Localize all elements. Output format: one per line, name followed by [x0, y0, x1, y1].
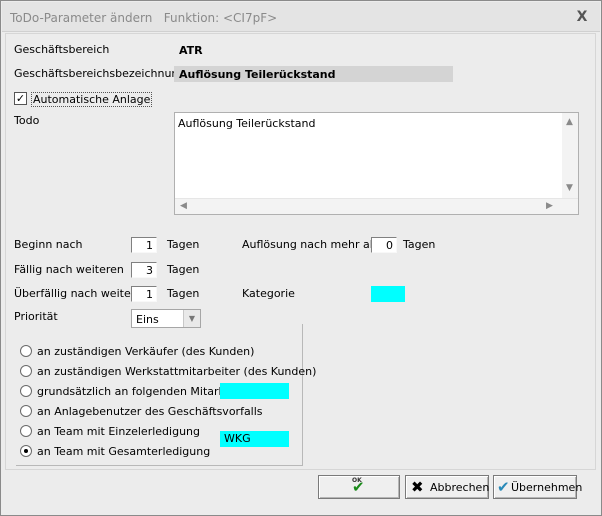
bezeichnung-label: Geschäftsbereichsbezeichnung — [14, 67, 186, 80]
faellig-input[interactable]: 3 — [131, 262, 157, 278]
prioritaet-label: Priorität — [14, 310, 58, 323]
scroll-left-icon[interactable]: ◀ — [180, 201, 187, 211]
radio-team-gesamt[interactable] — [20, 445, 32, 457]
bezeichnung-field: Auflösung Teilerückstand — [174, 66, 453, 82]
chevron-down-icon[interactable]: ▼ — [183, 310, 200, 327]
faellig-label: Fällig nach weiteren — [14, 263, 124, 276]
group-border-right — [302, 324, 303, 466]
ueberfaellig-label: Überfällig nach weiteren — [14, 287, 149, 300]
radio-mitarbeiter-label[interactable]: grundsätzlich an folgenden Mitarbeiter — [37, 385, 251, 398]
beginn-input[interactable]: 1 — [131, 237, 157, 253]
prioritaet-select[interactable]: Eins ▼ — [131, 309, 201, 328]
beginn-unit: Tagen — [167, 238, 200, 251]
x-cross-icon: ✖ — [411, 478, 424, 496]
cancel-button[interactable]: ✖ Abbrechen — [405, 475, 489, 499]
radio-anlagebenutzer-label[interactable]: an Anlagebenutzer des Geschäftsvorfalls — [37, 405, 263, 418]
radio-verkaeufer-label[interactable]: an zuständigen Verkäufer (des Kunden) — [37, 345, 254, 358]
close-icon[interactable]: X — [574, 8, 590, 26]
aufloesung-input[interactable]: 0 — [371, 237, 397, 253]
window-title: ToDo-Parameter ändern Funktion: <CI7pF> — [10, 11, 278, 25]
beginn-label: Beginn nach — [14, 238, 83, 251]
faellig-unit: Tagen — [167, 263, 200, 276]
aufloesung-unit: Tagen — [403, 238, 436, 251]
ueberfaellig-unit: Tagen — [167, 287, 200, 300]
dialog-window: ToDo-Parameter ändern Funktion: <CI7pF> … — [0, 0, 602, 516]
radio-team-einzel-label[interactable]: an Team mit Einzelerledigung — [37, 425, 200, 438]
radio-verkaeufer[interactable] — [20, 345, 32, 357]
vertical-scrollbar[interactable]: ▲ ▼ — [562, 113, 578, 199]
horizontal-scrollbar[interactable]: ◀ ▶ — [175, 198, 578, 214]
radio-werkstatt[interactable] — [20, 365, 32, 377]
bezeichnung-value: Auflösung Teilerückstand — [179, 68, 336, 81]
title-bar[interactable]: ToDo-Parameter ändern Funktion: <CI7pF> … — [2, 2, 600, 32]
radio-anlagebenutzer[interactable] — [20, 405, 32, 417]
scroll-up-icon[interactable]: ▲ — [566, 117, 573, 127]
ok-button-label: OK — [352, 477, 362, 484]
todo-textarea[interactable]: Auflösung Teilerückstand ▲ ▼ ◀ ▶ — [174, 112, 579, 215]
radio-mitarbeiter[interactable] — [20, 385, 32, 397]
radio-team-einzel[interactable] — [20, 425, 32, 437]
automatische-anlage-checkbox[interactable]: ✓ — [14, 92, 27, 105]
radio-werkstatt-label[interactable]: an zuständigen Werkstattmitarbeiter (des… — [37, 365, 316, 378]
ueberfaellig-input[interactable]: 1 — [131, 286, 157, 302]
todo-label: Todo — [14, 114, 40, 127]
geschaeftsbereich-value: ATR — [179, 44, 203, 57]
prioritaet-value: Eins — [136, 313, 159, 326]
aufloesung-label: Auflösung nach mehr als — [242, 238, 379, 251]
todo-text[interactable]: Auflösung Teilerückstand — [178, 117, 315, 130]
scroll-down-icon[interactable]: ▼ — [566, 183, 573, 193]
kategorie-label: Kategorie — [242, 287, 295, 300]
check-apply-icon: ✔ — [497, 478, 510, 496]
automatische-anlage-label[interactable]: Automatische Anlage — [31, 92, 153, 107]
apply-button[interactable]: ✔ Übernehmen — [493, 475, 582, 499]
radio-team-gesamt-label[interactable]: an Team mit Gesamterledigung — [37, 445, 210, 458]
group-border-bottom — [16, 465, 303, 466]
team-field[interactable]: WKG — [220, 431, 289, 447]
kategorie-color-field[interactable] — [371, 286, 405, 302]
geschaeftsbereich-label: Geschäftsbereich — [14, 43, 110, 56]
ok-button[interactable]: ✔ OK — [318, 475, 400, 499]
dialog-body: Geschäftsbereich ATR Geschäftsbereichsbe… — [5, 33, 596, 470]
apply-button-label: Übernehmen — [511, 481, 583, 494]
cancel-button-label: Abbrechen — [430, 481, 490, 494]
scroll-right-icon[interactable]: ▶ — [546, 201, 553, 211]
mitarbeiter-field[interactable] — [220, 383, 289, 399]
